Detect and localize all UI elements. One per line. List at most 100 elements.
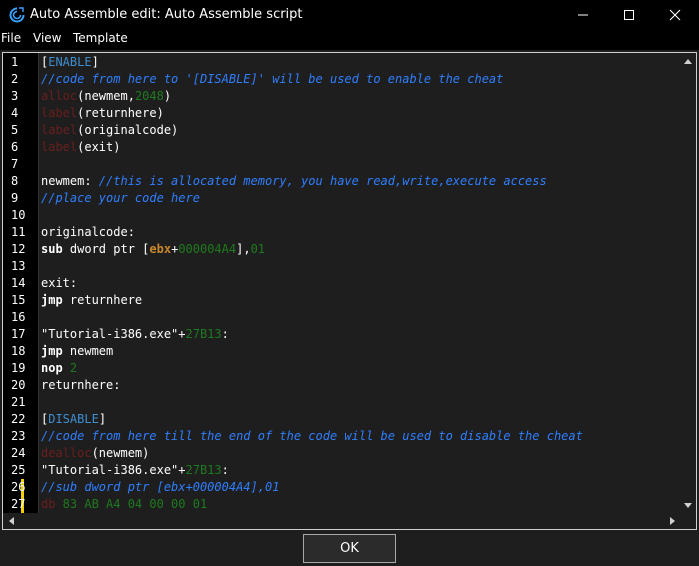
line-number: 1 [11, 55, 19, 69]
scroll-up-arrow-icon[interactable] [680, 53, 696, 69]
code-token: label [41, 140, 78, 154]
line-number: 25 [11, 463, 26, 477]
title-bar: Auto Assemble edit: Auto Assemble script [0, 0, 699, 30]
code-token: alloc [41, 89, 78, 103]
code-token: 2 [69, 361, 78, 375]
line-number: 9 [11, 191, 19, 205]
code-token: returnhere [62, 293, 143, 307]
menu-template[interactable]: Template [73, 31, 128, 45]
line-number: 16 [11, 310, 26, 324]
line-number: 27 [11, 497, 26, 511]
line-number: 7 [11, 157, 19, 171]
line-number: 5 [11, 123, 19, 137]
code-text: returnhere: [41, 377, 120, 394]
code-token: //place your code here [41, 191, 200, 205]
code-token: (returnhere) [77, 106, 164, 120]
code-text: [DISABLE] [41, 411, 106, 428]
code-token: label [41, 106, 78, 120]
code-token: //code from here till the end of the cod… [41, 429, 583, 443]
dialog-footer: OK [0, 530, 699, 566]
code-text: alloc(newmem,2048) [41, 88, 171, 105]
code-text: exit: [41, 275, 77, 292]
menu-file[interactable]: File [1, 31, 21, 45]
code-token: originalcode: [41, 225, 135, 239]
code-token: dword ptr [ [62, 242, 150, 256]
line-number: 20 [11, 378, 26, 392]
line-number: 19 [11, 361, 26, 375]
code-token: 01 [250, 242, 266, 256]
code-text: newmem: //this is allocated memory, you … [41, 173, 547, 190]
menu-bar: File View Template [0, 30, 699, 50]
code-token: db [41, 497, 56, 511]
line-number: 14 [11, 276, 26, 290]
code-text: "Tutorial-i386.exe"+27B13: [41, 462, 229, 479]
code-token: exit: [41, 276, 78, 290]
code-text: "Tutorial-i386.exe"+27B13: [41, 326, 229, 343]
scroll-right-arrow-icon[interactable] [664, 513, 680, 529]
code-token: : [221, 327, 229, 341]
code-token: sub [41, 242, 63, 256]
minimize-button[interactable] [560, 0, 606, 30]
code-token: (newmem) [91, 446, 150, 460]
code-token: 83 AB A4 04 00 00 01 [55, 497, 208, 511]
line-number: 21 [11, 395, 26, 409]
menu-view[interactable]: View [33, 31, 61, 45]
code-token: 27B13 [185, 463, 222, 477]
minimize-icon [578, 14, 588, 16]
cheat-engine-icon [9, 7, 25, 23]
line-number: 2 [11, 72, 19, 86]
code-text: sub dword ptr [ebx+000004A4],01 [41, 241, 265, 258]
code-token: nop [41, 361, 63, 375]
script-editor[interactable]: 1 [ENABLE] 2 //code from here to '[DISABLE]… [2, 52, 697, 530]
code-token: "Tutorial-i386.exe"+ [41, 327, 186, 341]
code-text: //sub dword ptr [ebx+000004A4],01 [41, 479, 279, 496]
line-number: 17 [11, 327, 26, 341]
code-token: "Tutorial-i386.exe"+ [41, 463, 186, 477]
code-token: ) [163, 89, 172, 103]
code-token: //sub dword ptr [ebx+000004A4],01 [41, 480, 280, 494]
code-token: newmem: [41, 174, 99, 188]
line-number: 10 [11, 208, 26, 222]
code-token: ], [236, 242, 251, 256]
code-text: nop 2 [41, 360, 77, 377]
horizontal-scrollbar[interactable] [3, 513, 680, 529]
maximize-button[interactable] [606, 0, 652, 30]
window-title: Auto Assemble edit: Auto Assemble script [30, 7, 303, 22]
ok-button[interactable]: OK [303, 534, 396, 563]
line-number: 3 [11, 89, 19, 103]
close-button[interactable] [652, 0, 698, 30]
vertical-scrollbar[interactable] [680, 53, 696, 513]
code-token: dealloc [41, 446, 92, 460]
line-number: 12 [11, 242, 26, 256]
line-number: 24 [11, 446, 26, 460]
code-token: 2048 [134, 89, 164, 103]
scrollbar-corner [680, 513, 696, 529]
code-text: //place your code here [41, 190, 200, 207]
code-text: //code from here till the end of the cod… [41, 428, 583, 445]
line-number: 15 [11, 293, 26, 307]
code-token: //this is allocated memory, you have rea… [98, 174, 547, 188]
scroll-left-arrow-icon[interactable] [3, 513, 19, 529]
line-number: 26 [11, 480, 26, 494]
code-token: : [221, 463, 229, 477]
horizontal-scroll-thumb[interactable] [19, 516, 664, 526]
code-token: label [41, 123, 78, 137]
code-text: dealloc(newmem) [41, 445, 149, 462]
code-token: jmp [41, 293, 63, 307]
code-text: label(exit) [41, 139, 120, 156]
code-text: jmp newmem [41, 343, 113, 360]
line-number: 6 [11, 140, 19, 154]
line-number: 18 [11, 344, 26, 358]
maximize-icon [624, 10, 634, 20]
code-text: //code from here to '[DISABLE]' will be … [41, 71, 503, 88]
gutter-separator [38, 53, 39, 513]
code-token: ] [98, 412, 107, 426]
code-token: (originalcode) [77, 123, 179, 137]
scroll-down-arrow-icon[interactable] [680, 497, 696, 513]
line-number: 4 [11, 106, 19, 120]
code-text: db 83 AB A4 04 00 00 01 [41, 496, 207, 513]
line-number: 23 [11, 429, 26, 443]
code-token: (exit) [77, 140, 121, 154]
code-token: (newmem, [77, 89, 135, 103]
